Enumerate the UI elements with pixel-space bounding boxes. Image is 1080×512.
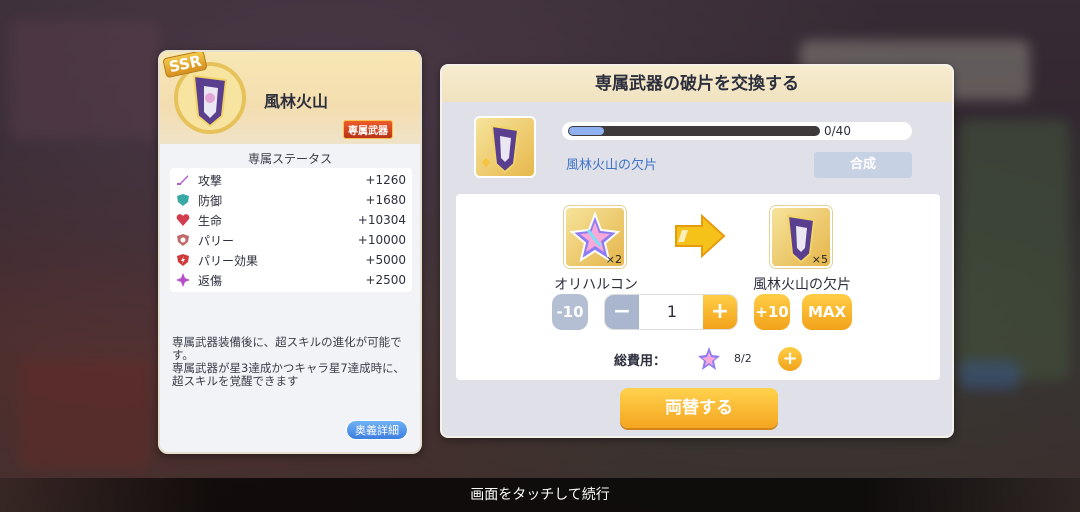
stat-row-attack: 攻撃 +1260 [176,170,406,190]
weapon-detail-card: SSR 風林火山 専属武器 専属ステータス 攻撃 +1260 防御 +1680 … [158,50,422,454]
star-crystal-icon [698,347,720,370]
add-material-button[interactable]: + [778,347,802,371]
shard-exchange-dialog: 専属武器の破片を交換する 0/40 風林火山の欠片 合成 ×2 オリハルコン ×… [440,64,954,438]
total-cost-label: 総費用： [614,354,667,369]
minus-10-button[interactable]: -10 [552,294,588,330]
stat-value: +10304 [357,213,406,227]
max-button[interactable]: MAX [802,294,852,330]
stat-row-defense: 防御 +1680 [176,190,406,210]
exchange-button[interactable]: 両替する [620,388,778,428]
quantity-value[interactable]: 1 [639,295,705,329]
weapon-description: 専属武器装備後に、超スキルの進化が可能です。 専属武器が星3達成かつキャラ星7達… [172,335,405,388]
synthesize-button[interactable]: 合成 [814,152,912,178]
weapon-shard-icon [482,124,520,174]
dialog-title: 専属武器の破片を交換する [442,66,952,102]
exchange-panel: ×2 オリハルコン ×5 風林火山の欠片 -10 − 1 + +10 MAX 総… [456,194,940,380]
stat-value: +1680 [365,193,406,207]
progress-fill [569,127,604,135]
quantity-stepper: − 1 + [604,294,738,330]
stats-list: 攻撃 +1260 防御 +1680 生命 +10304 パリー +10000 パ… [170,168,412,292]
arrow-right-icon [675,214,726,258]
shard-thumbnail [474,116,536,178]
progress-text: 0/40 [824,124,851,138]
shard-label: 風林火山の欠片 [566,158,658,173]
total-cost-value: 8/2 [734,352,752,365]
stat-name: パリー [198,233,235,248]
heart-icon [176,214,190,226]
stat-row-parry: パリー +10000 [176,230,406,250]
minus-button[interactable]: − [605,295,639,329]
cost-item-name: オリハルコン [554,277,638,293]
shard-progress-bar: 0/40 [562,122,912,140]
cost-item-slot[interactable]: ×2 [564,206,626,268]
target-item-qty: ×5 [811,253,828,266]
secret-details-button[interactable]: 奥義詳細 [346,420,408,440]
stats-title: 専属ステータス [247,152,332,166]
stat-name: 攻撃 [198,173,223,188]
stat-value: +2500 [365,273,406,287]
weapon-card-header: SSR 風林火山 専属武器 [160,52,420,144]
stat-name: 生命 [198,213,223,228]
sword-icon [177,175,188,185]
stat-name: 防御 [198,193,223,208]
stat-name: パリー効果 [198,253,259,268]
target-item-slot[interactable]: ×5 [770,206,832,268]
stat-row-hp: 生命 +10304 [176,210,406,230]
target-item-name: 風林火山の欠片 [753,277,851,293]
plus-10-button[interactable]: +10 [754,294,790,330]
reflect-icon [176,273,190,287]
shield-icon [177,194,189,206]
parry-effect-icon [177,254,189,266]
plus-button[interactable]: + [703,295,737,329]
exclusive-weapon-badge: 専属武器 [343,120,393,139]
cost-item-qty: ×2 [605,253,622,266]
parry-shield-icon [177,234,189,246]
continue-hint[interactable]: 画面をタッチして続行 [0,478,1080,512]
stat-row-parry-effect: パリー効果 +5000 [176,250,406,270]
weapon-name: 風林火山 [264,92,329,111]
stat-value: +10000 [357,233,406,247]
stat-row-reflect: 返傷 +2500 [176,270,406,290]
progress-track [568,126,820,136]
stat-name: 返傷 [198,273,223,288]
stat-value: +5000 [365,253,406,267]
stat-value: +1260 [365,173,406,187]
